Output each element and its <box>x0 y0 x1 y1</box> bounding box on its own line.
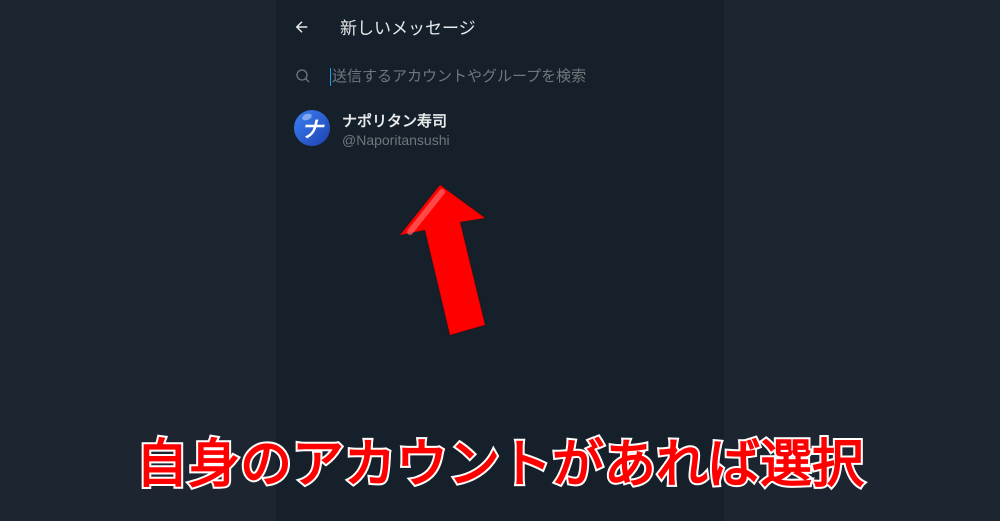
page-title: 新しいメッセージ <box>340 14 476 39</box>
account-display-name: ナポリタン寿司 <box>342 110 450 131</box>
arrow-left-icon <box>293 18 311 36</box>
search-row[interactable]: 送信するアカウントやグループを検索 <box>276 53 724 98</box>
back-button[interactable] <box>292 17 312 37</box>
account-list-item[interactable]: ナ ナポリタン寿司 @Naporitansushi <box>276 98 724 160</box>
search-icon <box>294 67 312 85</box>
account-handle: @Naporitansushi <box>342 132 450 148</box>
header: 新しいメッセージ <box>276 0 724 53</box>
account-info: ナポリタン寿司 @Naporitansushi <box>342 110 450 148</box>
text-cursor <box>330 68 331 86</box>
search-input[interactable]: 送信するアカウントやグループを検索 <box>330 65 706 86</box>
annotation-caption: 自身のアカウントがあれば選択 <box>0 422 1000 497</box>
avatar: ナ <box>294 110 330 146</box>
